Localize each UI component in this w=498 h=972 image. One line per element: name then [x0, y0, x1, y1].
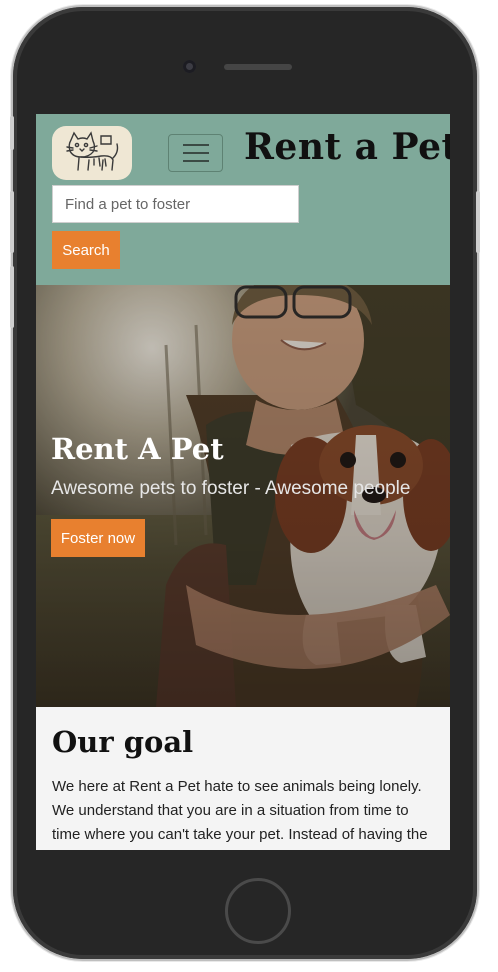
- volume-down-button: [10, 266, 14, 328]
- search-button[interactable]: Search: [52, 231, 120, 269]
- hero-title: Rent A Pet: [51, 432, 224, 466]
- hero-subtitle: Awesome pets to foster - Awesome people: [51, 478, 411, 499]
- brand-title[interactable]: Rent a Pet: [244, 126, 450, 168]
- goal-section: Our goal We here at Rent a Pet hate to s…: [36, 707, 450, 850]
- hero-banner: Rent A Pet Awesome pets to foster - Awes…: [36, 285, 450, 707]
- logo[interactable]: [52, 126, 132, 180]
- home-button[interactable]: [225, 878, 291, 944]
- menu-toggle-button[interactable]: [168, 134, 223, 172]
- goal-heading: Our goal: [52, 725, 194, 759]
- goal-paragraph: We here at Rent a Pet hate to see animal…: [52, 778, 428, 843]
- foster-now-button[interactable]: Foster now: [51, 519, 145, 557]
- hamburger-line: [182, 152, 209, 154]
- hamburger-menu-icon: [182, 144, 209, 146]
- hamburger-line: [182, 160, 209, 162]
- speaker-grille: [224, 64, 292, 70]
- power-button: [476, 191, 480, 253]
- device-screen: Rent a Pet Search: [36, 114, 450, 850]
- site-header: Rent a Pet Search: [36, 114, 450, 285]
- mute-switch: [10, 116, 14, 150]
- camera-icon: [183, 60, 196, 73]
- search-input[interactable]: [52, 185, 299, 223]
- volume-up-button: [10, 191, 14, 253]
- cat-drawing-icon: [66, 131, 119, 171]
